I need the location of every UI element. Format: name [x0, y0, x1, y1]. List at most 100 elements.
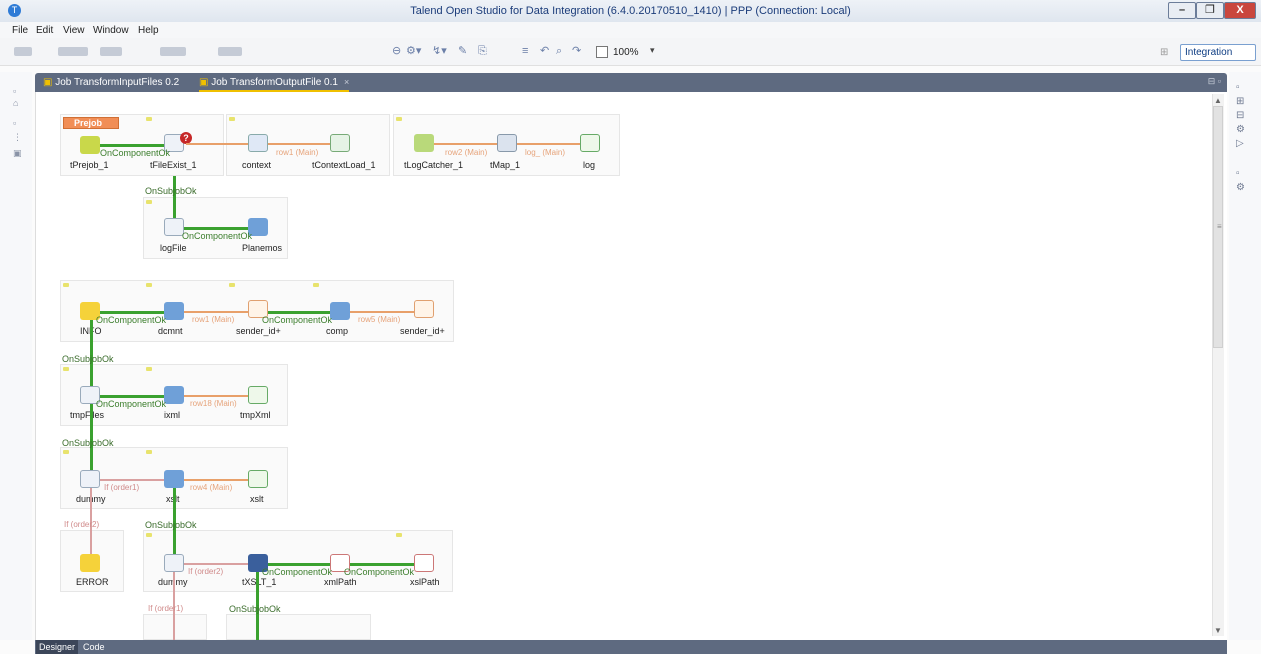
component-label[interactable]: context — [242, 160, 271, 170]
if-link[interactable] — [100, 479, 164, 481]
export-icon[interactable] — [160, 47, 186, 56]
file-output-icon[interactable] — [248, 386, 268, 404]
menu-file[interactable]: File — [12, 25, 28, 36]
oncomponentok-link[interactable] — [184, 227, 248, 230]
run-icon[interactable] — [100, 47, 122, 56]
component-label[interactable]: logFile — [160, 243, 187, 253]
component-label[interactable]: sender_id+ — [400, 326, 445, 336]
component-label[interactable]: log — [583, 160, 595, 170]
menu-help[interactable]: Help — [138, 25, 159, 36]
prejob-icon[interactable] — [80, 136, 100, 154]
row-link[interactable] — [268, 143, 330, 145]
copy-icon[interactable]: ⎘ — [478, 45, 487, 57]
component-label[interactable]: tContextLoad_1 — [312, 160, 376, 170]
component-label[interactable]: tFileExist_1 — [150, 160, 197, 170]
align-icon[interactable]: ≡ — [522, 45, 528, 57]
restore-view-icon[interactable]: ▫ — [13, 86, 16, 96]
component-label[interactable]: xslt — [250, 494, 264, 504]
scroll-down-icon[interactable]: ▼ — [1214, 626, 1222, 635]
component-label[interactable]: tXSLT_1 — [242, 577, 276, 587]
zoom-level[interactable]: 100% — [613, 47, 639, 58]
outline-view-icon[interactable]: ▣ — [13, 148, 22, 159]
minimize-button[interactable]: – — [1168, 2, 1196, 19]
open-perspective-icon[interactable]: ⊞ — [1160, 47, 1168, 58]
tab-transforminputfiles[interactable]: ▣ Job TransformInputFiles 0.2 — [43, 75, 179, 92]
run-panel-icon[interactable]: ▷ — [1236, 138, 1244, 149]
row-link[interactable] — [350, 311, 414, 313]
menu-view[interactable]: View — [63, 25, 85, 36]
oncomponentok-link[interactable] — [100, 144, 164, 147]
onsubjobok-link[interactable] — [173, 176, 176, 218]
tab-code[interactable]: Code — [80, 640, 108, 654]
repository-view-icon[interactable]: ⋮ — [13, 132, 22, 143]
oncomponentok-link[interactable] — [100, 395, 164, 398]
components-icon[interactable]: ⊟ — [1236, 110, 1244, 121]
dummy-icon[interactable] — [164, 554, 184, 572]
settings-icon[interactable]: ⚙ — [1236, 124, 1245, 135]
oncomponentok-link[interactable] — [268, 311, 330, 314]
save-icon[interactable] — [58, 47, 88, 56]
search-icon[interactable]: ⌕ — [556, 45, 562, 57]
home-icon[interactable]: ⌂ — [13, 98, 18, 108]
sort-icon[interactable] — [414, 300, 434, 318]
tmap-icon[interactable] — [497, 134, 517, 152]
component-label[interactable]: tLogCatcher_1 — [404, 160, 463, 170]
component-label[interactable]: tmpFiles — [70, 410, 104, 420]
oncomponentok-link[interactable] — [268, 563, 330, 566]
file-output-icon[interactable] — [248, 470, 268, 488]
scroll-up-icon[interactable]: ▲ — [1214, 96, 1222, 105]
oncomponentok-link[interactable] — [100, 311, 164, 314]
restore-panel-icon[interactable]: ▫ — [1236, 82, 1240, 93]
zoom-dropdown-icon[interactable]: ▾ — [650, 45, 655, 56]
help-icon[interactable]: ⚙ — [1236, 182, 1245, 193]
component-label[interactable]: comp — [326, 326, 348, 336]
undo-icon[interactable]: ↶ — [540, 45, 549, 57]
component-label[interactable]: tmpXml — [240, 410, 271, 420]
file-icon[interactable] — [164, 218, 184, 236]
warning-icon[interactable] — [80, 554, 100, 572]
file-delete-icon[interactable] — [414, 554, 434, 572]
component-label[interactable]: ixml — [164, 410, 180, 420]
database-icon[interactable] — [164, 302, 184, 320]
restore-panel-icon-2[interactable]: ▫ — [1236, 168, 1240, 179]
zoom-fit-icon[interactable] — [596, 46, 608, 58]
restore-button[interactable]: ❐ — [1196, 2, 1224, 19]
maximize-editor-icon[interactable]: ⊟ ▫ — [1208, 76, 1221, 87]
restore-view-icon-2[interactable]: ▫ — [13, 118, 16, 128]
context-icon[interactable] — [248, 134, 268, 152]
context-load-icon[interactable] — [330, 134, 350, 152]
palette-icon[interactable]: ⊞ — [1236, 96, 1244, 107]
if-link[interactable] — [184, 563, 248, 565]
row-link[interactable] — [434, 143, 497, 145]
database-icon[interactable] — [330, 302, 350, 320]
onsubjobok-link[interactable] — [90, 320, 93, 386]
component-label[interactable]: sender_id+ — [236, 326, 281, 336]
component-label[interactable]: Planemos — [242, 243, 282, 253]
log-catcher-icon[interactable] — [414, 134, 434, 152]
database-icon[interactable] — [164, 386, 184, 404]
edit-icon[interactable]: ✎ — [458, 45, 467, 57]
dummy-icon[interactable] — [80, 470, 100, 488]
repository-icon[interactable] — [218, 47, 242, 56]
component-label[interactable]: xslPath — [410, 577, 440, 587]
component-label[interactable]: tPrejob_1 — [70, 160, 109, 170]
menu-edit[interactable]: Edit — [36, 25, 53, 36]
zoom-out-icon[interactable]: ⊖ — [392, 45, 401, 57]
tab-designer[interactable]: Designer — [36, 640, 79, 654]
row-link[interactable] — [517, 143, 580, 145]
row-link[interactable] — [184, 395, 248, 397]
redo-icon[interactable]: ↷ — [572, 45, 581, 57]
database-icon[interactable] — [164, 470, 184, 488]
close-window-button[interactable]: X — [1224, 2, 1256, 19]
component-label[interactable]: ERROR — [76, 577, 109, 587]
oncomponentok-link[interactable] — [350, 563, 414, 566]
tab-transformoutputfile[interactable]: ▣ Job TransformOutputFile 0.1 × — [199, 75, 350, 92]
row-link[interactable] — [184, 311, 248, 313]
run-job-icon[interactable]: ⚙▾ — [406, 45, 421, 57]
new-icon[interactable] — [14, 47, 32, 56]
menu-window[interactable]: Window — [93, 25, 129, 36]
component-label[interactable]: dcmnt — [158, 326, 183, 336]
if-link[interactable] — [186, 143, 248, 145]
close-tab-icon[interactable]: × — [344, 77, 349, 87]
debug-icon[interactable]: ↯▾ — [432, 45, 447, 57]
